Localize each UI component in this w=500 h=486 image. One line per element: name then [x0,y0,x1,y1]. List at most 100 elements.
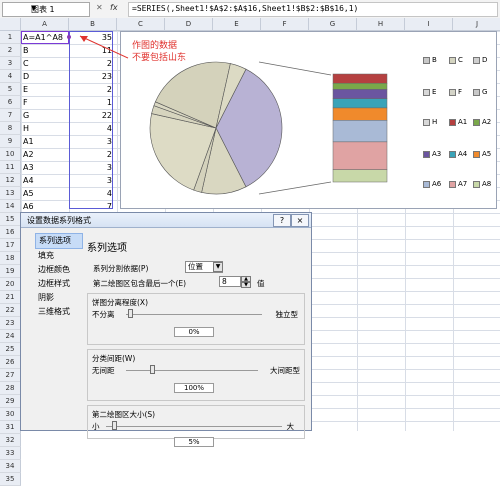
bar-segment-a1[interactable] [332,73,388,84]
gap-slider-thumb[interactable] [150,365,155,374]
row-header[interactable]: 31 [0,421,21,434]
row-header[interactable]: 23 [0,317,21,330]
column-header-g[interactable]: G [309,18,357,31]
explosion-slider-track[interactable] [126,314,262,315]
legend-item[interactable]: A7 [449,180,467,188]
row-header[interactable]: 27 [0,369,21,382]
legend-item[interactable]: A2 [473,118,491,126]
size-value[interactable]: 5% [174,437,214,447]
legend-item[interactable]: E [423,88,436,96]
row-header[interactable]: 20 [0,278,21,291]
row-header[interactable]: 8 [0,122,21,135]
legend-item[interactable]: A1 [449,118,467,126]
gap-value[interactable]: 100% [174,383,214,393]
row-header[interactable]: 19 [0,265,21,278]
row-header[interactable]: 14 [0,200,21,213]
bar-segment-a5[interactable] [332,107,388,121]
cell-a[interactable]: A5 [23,187,34,200]
legend-item[interactable]: A4 [449,150,467,158]
cancel-icon[interactable]: ✕ [96,3,103,12]
help-button[interactable]: ? [273,214,291,227]
cell-a[interactable]: A3 [23,161,34,174]
row-header[interactable]: 30 [0,408,21,421]
column-header-j[interactable]: J [453,18,500,31]
row-header[interactable]: 25 [0,343,21,356]
explosion-value[interactable]: 0% [174,327,214,337]
row-header[interactable]: 13 [0,187,21,200]
nav-shadow[interactable]: 阴影 [35,291,83,305]
chevron-down-icon[interactable]: ▼ [31,4,87,12]
fx-icon[interactable]: fx [110,3,118,12]
cell-a[interactable]: D [23,70,29,83]
row-header[interactable]: 6 [0,96,21,109]
row-header[interactable]: 34 [0,460,21,473]
row-header[interactable]: 10 [0,148,21,161]
column-header-e[interactable]: E [213,18,261,31]
row-header[interactable]: 18 [0,252,21,265]
row-header[interactable]: 16 [0,226,21,239]
dialog-titlebar[interactable]: 设置数据系列格式 ? × [21,213,311,228]
nav-fill[interactable]: 填充 [35,249,83,263]
bar-segment-a2[interactable] [332,83,388,90]
cell-a[interactable]: F [23,96,28,109]
legend-item[interactable]: H [423,118,437,126]
bar-segment-a8[interactable] [332,169,388,183]
bar-segment-a7[interactable] [332,141,388,170]
column-header-c[interactable]: C [117,18,165,31]
nav-series-options[interactable]: 系列选项 [35,233,83,249]
row-header[interactable]: 11 [0,161,21,174]
nav-border-style[interactable]: 边框样式 [35,277,83,291]
row-header[interactable]: 4 [0,70,21,83]
row-header[interactable]: 33 [0,447,21,460]
legend-item[interactable]: C [449,56,463,64]
row-header[interactable]: 7 [0,109,21,122]
spin-down-icon[interactable]: ▼ [241,282,251,288]
cell-a[interactable]: H [23,122,29,135]
row-header[interactable]: 29 [0,395,21,408]
size-slider-thumb[interactable] [112,421,117,430]
row-header[interactable]: 15 [0,213,21,226]
row-header[interactable]: 24 [0,330,21,343]
row-header[interactable]: 9 [0,135,21,148]
row-header[interactable]: 21 [0,291,21,304]
column-header-b[interactable]: B [69,18,117,31]
explosion-slider-thumb[interactable] [128,309,133,318]
legend-item[interactable]: A3 [423,150,441,158]
select-all-corner[interactable] [0,18,21,31]
row-header[interactable]: 26 [0,356,21,369]
formula-input[interactable]: =SERIES(,Sheet1!$A$2:$A$16,Sheet1!$B$2:$… [128,2,498,17]
row-header[interactable]: 1 [0,31,21,44]
cell-a[interactable]: E [23,83,28,96]
legend-item[interactable]: G [473,88,487,96]
row-header[interactable]: 22 [0,304,21,317]
column-header-d[interactable]: D [165,18,213,31]
column-header-h[interactable]: H [357,18,405,31]
column-header-f[interactable]: F [261,18,309,31]
row-header[interactable]: 12 [0,174,21,187]
legend-item[interactable]: F [449,88,462,96]
close-button[interactable]: × [291,214,309,227]
legend-item[interactable]: A5 [473,150,491,158]
gap-slider-track[interactable] [126,370,258,371]
bar-segment-a4[interactable] [332,98,388,109]
row-header[interactable]: 3 [0,57,21,70]
second-plot-input[interactable]: 8 [219,276,241,287]
row-header[interactable]: 5 [0,83,21,96]
row-header[interactable]: 2 [0,44,21,57]
bar-segment-a3[interactable] [332,89,388,99]
chevron-down-icon[interactable]: ▼ [213,262,223,272]
row-header[interactable]: 32 [0,434,21,447]
fx-area[interactable]: ✕ fx [96,2,126,15]
cell-a[interactable]: A2 [23,148,34,161]
legend-item[interactable]: A8 [473,180,491,188]
nav-3d-format[interactable]: 三维格式 [35,305,83,319]
size-slider-track[interactable] [106,426,282,427]
nav-border-color[interactable]: 边框颜色 [35,263,83,277]
cell-a[interactable]: B [23,44,29,57]
cell-a[interactable]: C [23,57,29,70]
column-header-i[interactable]: I [405,18,453,31]
name-box[interactable]: 图表 1 ▼ [2,2,90,17]
bar-segment-a6[interactable] [332,120,388,143]
cell-a[interactable]: G [23,109,29,122]
format-data-series-dialog[interactable]: 设置数据系列格式 ? × 系列选项 填充 边框颜色 边框样式 阴影 三维格式 系… [20,212,312,447]
